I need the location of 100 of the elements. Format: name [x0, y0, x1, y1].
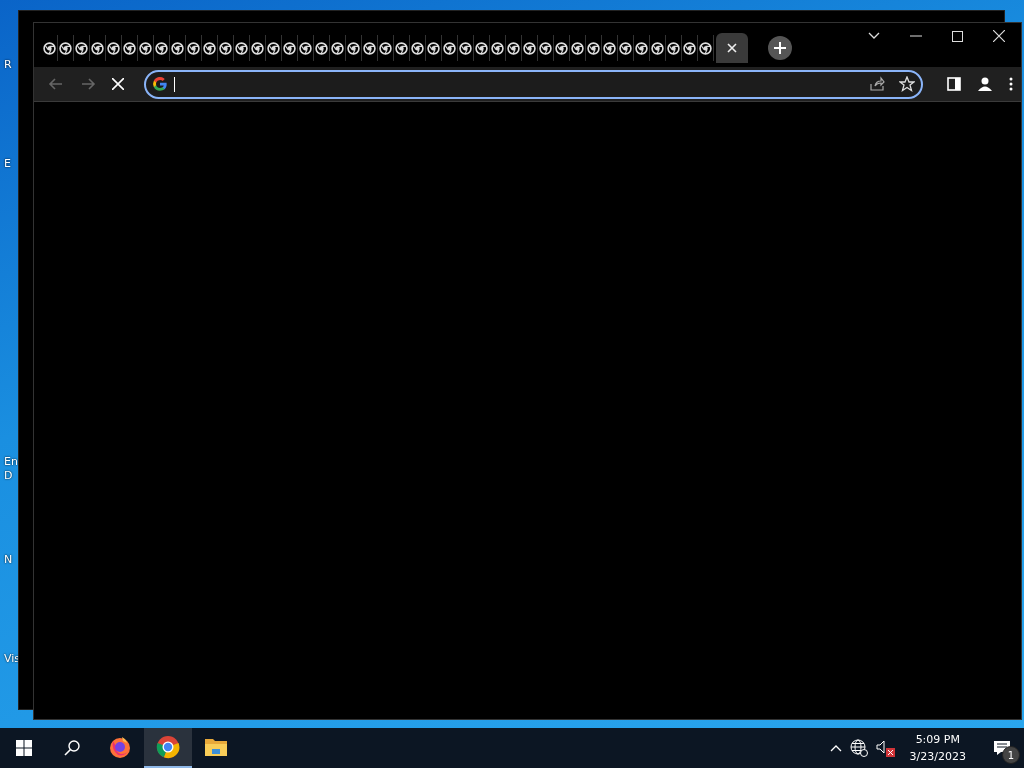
- browser-icon: [603, 41, 616, 55]
- browser-tab[interactable]: [506, 35, 522, 61]
- browser-tab[interactable]: [154, 35, 170, 61]
- profile-icon[interactable]: [977, 76, 993, 92]
- browser-icon: [587, 41, 600, 55]
- browser-tab[interactable]: [570, 35, 586, 61]
- desktop-icon-label[interactable]: N: [4, 553, 13, 566]
- browser-tab[interactable]: [426, 35, 442, 61]
- browser-tab[interactable]: [698, 35, 714, 61]
- browser-tab[interactable]: [42, 35, 58, 61]
- notification-button[interactable]: 1: [980, 728, 1024, 768]
- side-panel-icon[interactable]: [947, 77, 961, 91]
- browser-tab[interactable]: [682, 35, 698, 61]
- browser-icon: [667, 41, 680, 55]
- browser-icon: [635, 41, 648, 55]
- browser-tab[interactable]: [138, 35, 154, 61]
- browser-icon: [443, 41, 456, 55]
- browser-tab[interactable]: [58, 35, 74, 61]
- browser-tab[interactable]: [666, 35, 682, 61]
- chevron-up-icon[interactable]: [829, 744, 842, 752]
- browser-tab[interactable]: [554, 35, 570, 61]
- new-tab-button[interactable]: [768, 36, 792, 60]
- chevron-down-icon[interactable]: [868, 32, 880, 40]
- browser-tab[interactable]: [716, 33, 748, 63]
- browser-tab[interactable]: [186, 35, 202, 61]
- taskbar-app-button[interactable]: [144, 728, 192, 768]
- windows-logo-icon: [16, 740, 32, 756]
- browser-tab[interactable]: [394, 35, 410, 61]
- browser-icon: [155, 41, 168, 55]
- browser-tab[interactable]: [410, 35, 426, 61]
- browser-icon: [91, 41, 104, 55]
- browser-tab[interactable]: [442, 35, 458, 61]
- maximize-icon[interactable]: [952, 30, 963, 42]
- browser-tab[interactable]: [234, 35, 250, 61]
- browser-icon: [139, 41, 152, 55]
- browser-icon: [235, 41, 248, 55]
- browser-tab[interactable]: [490, 35, 506, 61]
- browser-tab[interactable]: [618, 35, 634, 61]
- desktop-icon-label[interactable]: E: [4, 157, 11, 170]
- browser-tab[interactable]: [586, 35, 602, 61]
- clock[interactable]: 5:09 PM 3/23/2023: [903, 731, 972, 765]
- browser-tab[interactable]: [122, 35, 138, 61]
- browser-tab[interactable]: [266, 35, 282, 61]
- browser-tab[interactable]: [330, 35, 346, 61]
- browser-icon: [699, 41, 712, 55]
- browser-icon: [107, 41, 120, 55]
- close-icon[interactable]: [993, 30, 1005, 42]
- browser-icon: [187, 41, 200, 55]
- desktop-icon-label[interactable]: Vis: [4, 652, 21, 665]
- browser-tab[interactable]: [522, 35, 538, 61]
- desktop-icon-label[interactable]: R: [4, 58, 12, 71]
- browser-icon: [379, 41, 392, 55]
- stop-icon[interactable]: [112, 78, 124, 90]
- browser-icon: [267, 41, 280, 55]
- speaker-icon[interactable]: [875, 739, 896, 757]
- browser-icon: [427, 41, 440, 55]
- browser-tab[interactable]: [170, 35, 186, 61]
- chrome-icon: [156, 735, 180, 759]
- desktop-icon-label[interactable]: D: [4, 469, 13, 482]
- share-icon[interactable]: [869, 76, 885, 92]
- globe-icon[interactable]: [849, 739, 868, 757]
- browser-icon: [363, 41, 376, 55]
- browser-tab[interactable]: [106, 35, 122, 61]
- menu-icon[interactable]: [1009, 77, 1013, 91]
- browser-icon: [555, 41, 568, 55]
- text-cursor: [174, 76, 175, 92]
- browser-tab[interactable]: [250, 35, 266, 61]
- close-icon[interactable]: [727, 43, 737, 53]
- browser-tab[interactable]: [362, 35, 378, 61]
- browser-tab[interactable]: [346, 35, 362, 61]
- browser-tab[interactable]: [650, 35, 666, 61]
- browser-tab[interactable]: [634, 35, 650, 61]
- browser-tab[interactable]: [602, 35, 618, 61]
- browser-icon: [171, 41, 184, 55]
- firefox-icon: [108, 735, 132, 759]
- browser-tab[interactable]: [378, 35, 394, 61]
- browser-tab[interactable]: [282, 35, 298, 61]
- browser-tab[interactable]: [474, 35, 490, 61]
- browser-tab[interactable]: [458, 35, 474, 61]
- browser-tab[interactable]: [218, 35, 234, 61]
- browser-icon: [299, 41, 312, 55]
- star-icon[interactable]: [899, 76, 915, 92]
- browser-tab[interactable]: [74, 35, 90, 61]
- browser-icon: [75, 41, 88, 55]
- browser-icon: [59, 41, 72, 55]
- browser-icon: [203, 41, 216, 55]
- search-icon: [64, 740, 80, 756]
- browser-icon: [683, 41, 696, 55]
- desktop-icon-label[interactable]: En: [4, 455, 18, 468]
- notification-badge: 1: [1002, 746, 1020, 764]
- browser-icon: [283, 41, 296, 55]
- browser-icon: [651, 41, 664, 55]
- browser-tab[interactable]: [90, 35, 106, 61]
- browser-tab[interactable]: [538, 35, 554, 61]
- browser-tab[interactable]: [202, 35, 218, 61]
- browser-tab[interactable]: [298, 35, 314, 61]
- browser-tab[interactable]: [314, 35, 330, 61]
- browser-icon: [491, 41, 504, 55]
- browser-icon: [475, 41, 488, 55]
- address-field[interactable]: [144, 69, 923, 99]
